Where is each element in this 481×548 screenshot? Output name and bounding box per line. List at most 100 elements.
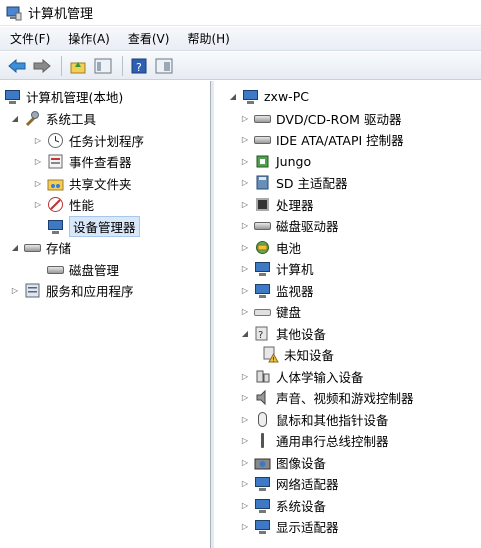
tree-item-shared-folders[interactable]: ▷ 共享文件夹 bbox=[33, 173, 132, 194]
computer-management-icon bbox=[6, 5, 22, 21]
mouse-icon bbox=[254, 411, 271, 428]
collapse-arrow-icon[interactable]: ◢ bbox=[240, 329, 250, 339]
forward-arrow-icon[interactable] bbox=[31, 56, 53, 76]
expand-arrow-icon[interactable]: ▷ bbox=[33, 179, 43, 189]
ide-controller-icon bbox=[254, 131, 271, 148]
device-category[interactable]: ▷ 鼠标和其他指针设备 bbox=[240, 409, 389, 430]
device-tree-root[interactable]: ◢ zxw-PC bbox=[228, 86, 309, 107]
toolbar-separator bbox=[61, 55, 62, 76]
menu-view[interactable]: 查看(V) bbox=[126, 28, 172, 49]
expand-arrow-icon[interactable]: ▷ bbox=[240, 458, 250, 468]
device-category[interactable]: ▷ 计算机 bbox=[240, 258, 314, 279]
expand-arrow-icon[interactable]: ▷ bbox=[240, 307, 250, 317]
expand-arrow-icon[interactable]: ▷ bbox=[240, 264, 250, 274]
device-category-other-devices[interactable]: ◢ ? 其他设备 bbox=[240, 323, 326, 344]
display-adapter-icon bbox=[254, 518, 271, 535]
expand-arrow-icon[interactable]: ▷ bbox=[240, 178, 250, 188]
network-adapter-icon bbox=[254, 475, 271, 492]
tree-item-disk-management[interactable]: 磁盘管理 bbox=[47, 259, 119, 280]
device-category[interactable]: ▷ 显示适配器 bbox=[240, 516, 339, 537]
processor-icon bbox=[254, 196, 271, 213]
expand-arrow-icon[interactable]: ▷ bbox=[240, 415, 250, 425]
tree-item-root[interactable]: 计算机管理(本地) bbox=[4, 86, 123, 107]
performance-icon bbox=[47, 196, 64, 213]
menu-bar: 文件(F) 操作(A) 查看(V) 帮助(H) bbox=[0, 27, 481, 51]
expand-arrow-icon[interactable]: ▷ bbox=[240, 114, 250, 124]
usb-icon bbox=[254, 432, 271, 449]
device-category[interactable]: ▷ DVD/CD-ROM 驱动器 bbox=[240, 108, 402, 129]
expand-arrow-icon[interactable]: ▷ bbox=[240, 221, 250, 231]
shared-folder-icon bbox=[47, 175, 64, 192]
computer-icon bbox=[242, 88, 259, 105]
expand-arrow-icon[interactable]: ▷ bbox=[240, 135, 250, 145]
warning-device-icon: ! bbox=[262, 346, 279, 364]
services-icon bbox=[24, 282, 41, 299]
device-category[interactable]: ▷ 磁盘驱动器 bbox=[240, 215, 339, 236]
menu-file[interactable]: 文件(F) bbox=[8, 28, 52, 49]
expand-arrow-icon[interactable]: ▷ bbox=[240, 200, 250, 210]
expand-arrow-icon[interactable]: ▷ bbox=[240, 522, 250, 532]
device-category[interactable]: ▷ 人体学输入设备 bbox=[240, 366, 364, 387]
tree-item-device-manager[interactable]: 设备管理器 bbox=[47, 216, 140, 237]
console-pane-icon[interactable] bbox=[153, 56, 175, 76]
device-category[interactable]: ▷ Jungo bbox=[240, 151, 311, 172]
title-bar: 计算机管理 bbox=[0, 0, 481, 26]
toolbar: ? bbox=[0, 52, 481, 80]
back-arrow-icon[interactable] bbox=[6, 56, 28, 76]
show-hide-tree-icon[interactable] bbox=[92, 56, 114, 76]
expand-arrow-icon[interactable]: ▷ bbox=[240, 286, 250, 296]
menu-action[interactable]: 操作(A) bbox=[66, 28, 112, 49]
menu-help[interactable]: 帮助(H) bbox=[185, 28, 231, 49]
tree-item-task-scheduler[interactable]: ▷ 任务计划程序 bbox=[33, 130, 144, 151]
device-item-unknown[interactable]: ! 未知设备 bbox=[262, 344, 334, 365]
window-title: 计算机管理 bbox=[28, 7, 94, 22]
monitor-icon bbox=[254, 282, 271, 299]
expand-arrow-icon[interactable]: ▷ bbox=[240, 479, 250, 489]
device-category[interactable]: ▷ IDE ATA/ATAPI 控制器 bbox=[240, 129, 404, 150]
toolbar-separator bbox=[122, 55, 123, 76]
help-icon[interactable]: ? bbox=[128, 56, 150, 76]
speaker-icon bbox=[254, 389, 271, 406]
expand-arrow-icon[interactable]: ▷ bbox=[240, 243, 250, 253]
device-tree-pane[interactable]: ◢ zxw-PC ▷ DVD/CD-ROM 驱动器 ▷ IDE ATA/ATAP… bbox=[214, 81, 481, 548]
navigation-tree-pane[interactable]: 计算机管理(本地) ◢ 系统工具 ▷ 任务计划程序 ▷ 事件查看器 ▷ 共享文件… bbox=[0, 81, 211, 548]
disk-drive-icon bbox=[254, 217, 271, 234]
device-category[interactable]: ▷ 网络适配器 bbox=[240, 473, 339, 494]
expand-arrow-icon[interactable]: ▷ bbox=[10, 286, 20, 296]
device-category[interactable]: ▷ 处理器 bbox=[240, 194, 314, 215]
up-folder-icon[interactable] bbox=[67, 56, 89, 76]
expand-arrow-icon[interactable]: ▷ bbox=[240, 157, 250, 167]
collapse-arrow-icon[interactable]: ◢ bbox=[228, 92, 238, 102]
expand-arrow-icon[interactable]: ▷ bbox=[240, 372, 250, 382]
tree-item-performance[interactable]: ▷ 性能 bbox=[33, 194, 94, 215]
jungo-device-icon bbox=[254, 153, 271, 170]
keyboard-icon bbox=[254, 303, 271, 320]
event-viewer-icon bbox=[47, 153, 64, 170]
unknown-device-icon: ? bbox=[254, 325, 271, 342]
device-category[interactable]: ▷ 键盘 bbox=[240, 301, 301, 322]
clock-icon bbox=[47, 132, 64, 149]
device-category[interactable]: ▷ 声音、视频和游戏控制器 bbox=[240, 387, 414, 408]
expand-arrow-icon[interactable]: ▷ bbox=[33, 157, 43, 167]
expand-arrow-icon[interactable]: ▷ bbox=[33, 136, 43, 146]
collapse-arrow-icon[interactable]: ◢ bbox=[10, 243, 20, 253]
device-category[interactable]: ▷ 通用串行总线控制器 bbox=[240, 430, 389, 451]
collapse-arrow-icon[interactable]: ◢ bbox=[10, 114, 20, 124]
device-category[interactable]: ▷ 系统设备 bbox=[240, 495, 326, 516]
computer-management-icon bbox=[4, 88, 21, 105]
expand-arrow-icon[interactable]: ▷ bbox=[240, 436, 250, 446]
tree-item-services-apps[interactable]: ▷ 服务和应用程序 bbox=[10, 280, 134, 301]
tools-icon bbox=[24, 110, 41, 127]
device-manager-icon bbox=[47, 218, 64, 235]
expand-arrow-icon[interactable]: ▷ bbox=[240, 501, 250, 511]
device-category[interactable]: ▷ 电池 bbox=[240, 237, 301, 258]
tree-item-system-tools[interactable]: ◢ 系统工具 bbox=[10, 108, 96, 129]
device-category[interactable]: ▷ 图像设备 bbox=[240, 452, 326, 473]
imaging-device-icon bbox=[254, 454, 271, 471]
expand-arrow-icon[interactable]: ▷ bbox=[33, 200, 43, 210]
device-category[interactable]: ▷ SD 主适配器 bbox=[240, 172, 348, 193]
device-category[interactable]: ▷ 监视器 bbox=[240, 280, 314, 301]
expand-arrow-icon[interactable]: ▷ bbox=[240, 393, 250, 403]
tree-item-event-viewer[interactable]: ▷ 事件查看器 bbox=[33, 151, 132, 172]
tree-item-storage[interactable]: ◢ 存储 bbox=[10, 237, 71, 258]
